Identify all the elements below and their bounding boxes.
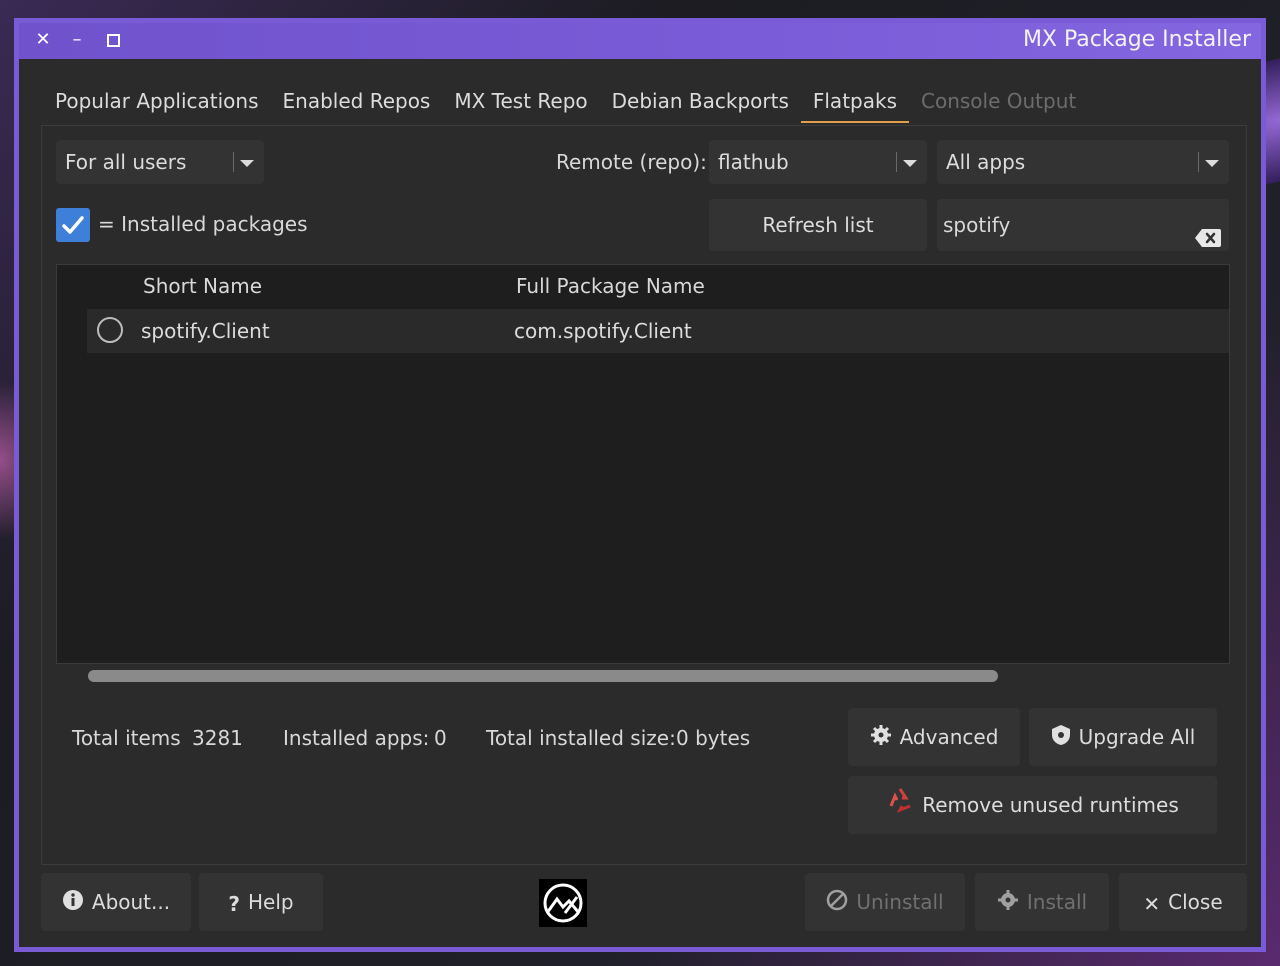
total-items-label: Total items <box>72 726 181 750</box>
column-header-short-name[interactable]: Short Name <box>143 265 262 307</box>
chevron-down-icon <box>240 160 254 167</box>
remote-dropdown[interactable]: flathub <box>709 140 927 184</box>
advanced-button[interactable]: Advanced <box>848 708 1020 766</box>
checkmark-icon <box>62 216 84 234</box>
tab-debian-backports[interactable]: Debian Backports <box>600 79 801 123</box>
refresh-list-button[interactable]: Refresh list <box>709 199 927 251</box>
install-button[interactable]: Install <box>975 873 1109 931</box>
user-scope-value: For all users <box>65 150 187 174</box>
tab-flatpaks[interactable]: Flatpaks <box>800 79 909 123</box>
app-window: ✕ – MX Package Installer Popular Applica… <box>14 18 1266 952</box>
uninstall-label: Uninstall <box>856 890 944 914</box>
search-input[interactable]: spotify <box>937 199 1229 251</box>
about-label: About... <box>91 890 171 914</box>
tab-popular-applications[interactable]: Popular Applications <box>43 79 271 123</box>
window-maximize-button[interactable] <box>101 26 125 54</box>
window-close-button[interactable]: ✕ <box>31 26 55 54</box>
upgrade-all-button[interactable]: Upgrade All <box>1029 708 1217 766</box>
app-filter-value: All apps <box>946 150 1026 174</box>
tab-enabled-repos[interactable]: Enabled Repos <box>271 79 443 123</box>
close-icon: ✕ <box>1143 891 1161 916</box>
chevron-down-icon <box>1205 160 1219 167</box>
short-name-cell: spotify.Client <box>141 319 270 343</box>
total-items-value: 3281 <box>192 726 243 750</box>
title-bar[interactable]: ✕ – MX Package Installer <box>19 23 1261 59</box>
dropdown-separator <box>1198 152 1199 172</box>
footer-bar: About... ? Help Uninstall Install ✕ Close <box>41 873 1247 937</box>
help-button[interactable]: ? Help <box>199 873 323 931</box>
dropdown-separator <box>896 152 897 172</box>
installed-size-value: 0 bytes <box>676 726 751 750</box>
shield-icon <box>1051 710 1071 768</box>
full-name-cell: com.spotify.Client <box>514 319 692 343</box>
chevron-down-icon <box>903 160 917 167</box>
upgrade-all-label: Upgrade All <box>1078 725 1196 749</box>
uninstall-button[interactable]: Uninstall <box>805 873 965 931</box>
remove-unused-runtimes-label: Remove unused runtimes <box>922 793 1179 817</box>
packages-table: Short Name Full Package Name spotify.Cli… <box>56 264 1230 664</box>
install-label: Install <box>1026 890 1088 914</box>
maximize-icon <box>106 34 120 47</box>
mx-logo <box>539 879 587 927</box>
installed-legend-label: = Installed packages <box>98 212 308 236</box>
window-minimize-button[interactable]: – <box>65 26 89 54</box>
gear-icon <box>997 875 1019 933</box>
remote-value: flathub <box>718 150 789 174</box>
tab-bar: Popular Applications Enabled Repos MX Te… <box>43 79 1088 123</box>
installed-apps-value: 0 <box>434 726 447 750</box>
installed-size-label: Total installed size: <box>486 726 676 750</box>
installed-legend-checkbox[interactable] <box>56 208 90 242</box>
tab-mx-test-repo[interactable]: MX Test Repo <box>442 79 599 123</box>
tab-console-output[interactable]: Console Output <box>909 79 1088 123</box>
question-icon: ? <box>228 891 240 916</box>
app-filter-dropdown[interactable]: All apps <box>937 140 1229 184</box>
remote-label: Remote (repo): <box>556 150 707 174</box>
help-label: Help <box>248 890 294 914</box>
close-button[interactable]: ✕ Close <box>1119 873 1247 931</box>
clear-search-icon[interactable] <box>1195 215 1221 267</box>
close-label: Close <box>1168 890 1223 914</box>
search-value: spotify <box>943 213 1011 237</box>
info-icon <box>62 875 84 933</box>
table-row[interactable]: spotify.Client com.spotify.Client <box>87 309 1229 353</box>
remove-unused-runtimes-button[interactable]: Remove unused runtimes <box>848 776 1217 834</box>
advanced-label: Advanced <box>899 725 999 749</box>
scrollbar-handle[interactable] <box>88 670 998 682</box>
window-title: MX Package Installer <box>1022 27 1251 52</box>
recycle-icon <box>886 778 914 836</box>
flatpaks-panel: For all users Remote (repo): flathub All… <box>41 125 1247 865</box>
gear-icon <box>870 710 892 768</box>
row-select-radio[interactable] <box>97 317 123 343</box>
installed-apps-label: Installed apps: <box>283 726 430 750</box>
user-scope-dropdown[interactable]: For all users <box>56 140 264 184</box>
column-header-full-name[interactable]: Full Package Name <box>516 265 705 307</box>
about-button[interactable]: About... <box>41 873 191 931</box>
horizontal-scrollbar[interactable] <box>56 664 1230 694</box>
prohibited-icon <box>826 875 848 933</box>
dropdown-separator <box>233 152 234 172</box>
